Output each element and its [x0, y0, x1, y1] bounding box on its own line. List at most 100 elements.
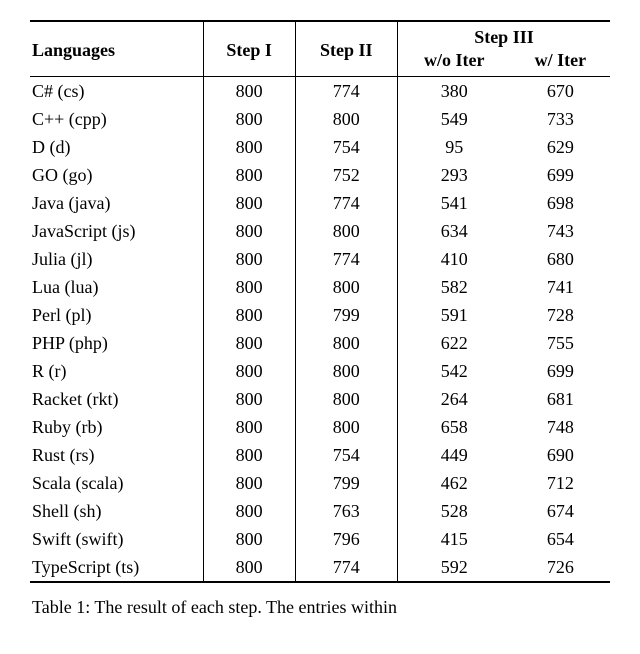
table-row: C# (cs)800774380670: [30, 77, 610, 106]
cell-step2: 754: [295, 133, 397, 161]
cell-step1: 800: [203, 301, 295, 329]
cell-step3-w-iter: 728: [511, 301, 610, 329]
table-caption: Table 1: The result of each step. The en…: [30, 597, 610, 618]
cell-step2: 799: [295, 301, 397, 329]
table-row: Rust (rs)800754449690: [30, 441, 610, 469]
cell-step2: 796: [295, 525, 397, 553]
cell-step1: 800: [203, 441, 295, 469]
col-header-step1: Step I: [203, 21, 295, 77]
cell-step2: 763: [295, 497, 397, 525]
cell-language: TypeScript (ts): [30, 553, 203, 581]
cell-step3-wo-iter: 549: [397, 105, 510, 133]
cell-step2: 799: [295, 469, 397, 497]
cell-step3-wo-iter: 541: [397, 189, 510, 217]
cell-language: Perl (pl): [30, 301, 203, 329]
cell-step1: 800: [203, 217, 295, 245]
col-header-w-iter: w/ Iter: [511, 50, 610, 77]
cell-language: C# (cs): [30, 77, 203, 106]
table-row: Scala (scala)800799462712: [30, 469, 610, 497]
cell-step1: 800: [203, 553, 295, 581]
cell-step3-wo-iter: 582: [397, 273, 510, 301]
cell-language: Swift (swift): [30, 525, 203, 553]
cell-step3-wo-iter: 462: [397, 469, 510, 497]
cell-step3-wo-iter: 592: [397, 553, 510, 581]
cell-step2: 774: [295, 553, 397, 581]
cell-step3-w-iter: 681: [511, 385, 610, 413]
cell-step3-w-iter: 743: [511, 217, 610, 245]
col-header-step3-group: Step III: [397, 21, 610, 50]
cell-language: GO (go): [30, 161, 203, 189]
cell-step3-wo-iter: 95: [397, 133, 510, 161]
table-row: TypeScript (ts)800774592726: [30, 553, 610, 581]
col-header-step2: Step II: [295, 21, 397, 77]
table-row: GO (go)800752293699: [30, 161, 610, 189]
cell-language: Shell (sh): [30, 497, 203, 525]
table-row: Julia (jl)800774410680: [30, 245, 610, 273]
col-header-wo-iter: w/o Iter: [397, 50, 510, 77]
cell-step3-wo-iter: 264: [397, 385, 510, 413]
cell-step3-w-iter: 733: [511, 105, 610, 133]
cell-step3-wo-iter: 410: [397, 245, 510, 273]
cell-step2: 752: [295, 161, 397, 189]
cell-step3-w-iter: 690: [511, 441, 610, 469]
cell-step3-w-iter: 674: [511, 497, 610, 525]
table-row: Lua (lua)800800582741: [30, 273, 610, 301]
cell-step3-wo-iter: 293: [397, 161, 510, 189]
cell-step1: 800: [203, 469, 295, 497]
cell-step3-w-iter: 741: [511, 273, 610, 301]
cell-step3-w-iter: 698: [511, 189, 610, 217]
cell-step1: 800: [203, 189, 295, 217]
cell-step3-w-iter: 755: [511, 329, 610, 357]
caption-text: The result of each step. The entries wit…: [94, 597, 397, 617]
cell-step3-w-iter: 680: [511, 245, 610, 273]
cell-step2: 800: [295, 217, 397, 245]
table-row: Java (java)800774541698: [30, 189, 610, 217]
cell-step3-wo-iter: 658: [397, 413, 510, 441]
table-row: R (r)800800542699: [30, 357, 610, 385]
table-row: Perl (pl)800799591728: [30, 301, 610, 329]
cell-step3-wo-iter: 380: [397, 77, 510, 106]
cell-step1: 800: [203, 413, 295, 441]
cell-language: Lua (lua): [30, 273, 203, 301]
cell-step1: 800: [203, 497, 295, 525]
cell-language: C++ (cpp): [30, 105, 203, 133]
cell-language: Rust (rs): [30, 441, 203, 469]
cell-step3-wo-iter: 622: [397, 329, 510, 357]
cell-language: JavaScript (js): [30, 217, 203, 245]
results-table: Languages Step I Step II Step III w/o It…: [30, 20, 610, 583]
table-row: Ruby (rb)800800658748: [30, 413, 610, 441]
cell-step2: 800: [295, 329, 397, 357]
cell-language: D (d): [30, 133, 203, 161]
cell-language: Ruby (rb): [30, 413, 203, 441]
cell-step2: 774: [295, 189, 397, 217]
cell-step2: 754: [295, 441, 397, 469]
cell-step2: 800: [295, 105, 397, 133]
cell-step2: 800: [295, 273, 397, 301]
cell-language: PHP (php): [30, 329, 203, 357]
cell-step3-wo-iter: 528: [397, 497, 510, 525]
cell-step3-w-iter: 629: [511, 133, 610, 161]
cell-step3-wo-iter: 542: [397, 357, 510, 385]
cell-step3-wo-iter: 449: [397, 441, 510, 469]
cell-step1: 800: [203, 77, 295, 106]
cell-step2: 800: [295, 385, 397, 413]
table-row: C++ (cpp)800800549733: [30, 105, 610, 133]
cell-step1: 800: [203, 161, 295, 189]
cell-step2: 800: [295, 413, 397, 441]
cell-step1: 800: [203, 105, 295, 133]
cell-language: Racket (rkt): [30, 385, 203, 413]
cell-step2: 774: [295, 77, 397, 106]
cell-step3-w-iter: 670: [511, 77, 610, 106]
cell-language: R (r): [30, 357, 203, 385]
cell-language: Scala (scala): [30, 469, 203, 497]
cell-step3-wo-iter: 634: [397, 217, 510, 245]
table-row: Shell (sh)800763528674: [30, 497, 610, 525]
table-row: PHP (php)800800622755: [30, 329, 610, 357]
cell-step3-w-iter: 699: [511, 357, 610, 385]
cell-step1: 800: [203, 385, 295, 413]
cell-step3-w-iter: 699: [511, 161, 610, 189]
caption-label: Table 1:: [32, 597, 90, 617]
cell-step2: 800: [295, 357, 397, 385]
cell-step1: 800: [203, 273, 295, 301]
cell-step1: 800: [203, 245, 295, 273]
